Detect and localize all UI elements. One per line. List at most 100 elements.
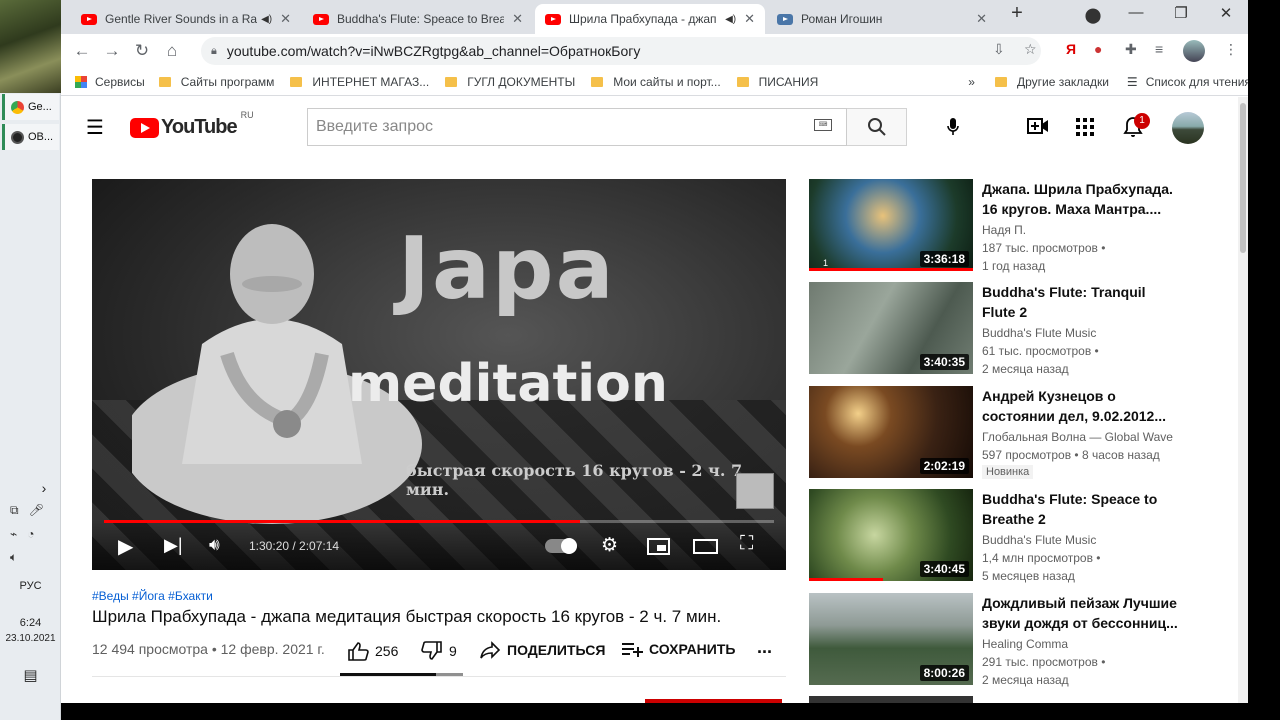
video-thumbnail[interactable] <box>809 696 973 703</box>
tab-buddhas-flute[interactable]: Buddha's Flute: Speace to Breath ✕ <box>303 4 533 34</box>
recommendation-item[interactable]: 8:00:26 Дождливый пейзаж Лучшие звуки до… <box>809 593 1229 687</box>
chevron-right-icon[interactable]: › <box>38 480 50 496</box>
recommendation-item[interactable]: 2:02:19 Андрей Кузнецов о состоянии дел,… <box>809 386 1229 479</box>
recommendation-title[interactable]: Джапа. Шрила Прабхупада. 16 кругов. Маха… <box>982 179 1182 219</box>
youtube-logo[interactable]: YouTube RU <box>130 110 254 139</box>
recommendation-title[interactable]: Дождливый пейзаж Лучшие звуки дождя от б… <box>982 593 1182 633</box>
install-app-icon[interactable]: ⇩ <box>993 41 1005 58</box>
more-actions-button[interactable]: ... <box>757 637 772 658</box>
close-icon[interactable]: ✕ <box>744 11 755 27</box>
wifi-icon[interactable]: ◔ <box>27 527 34 541</box>
apps-grid-icon[interactable] <box>1076 118 1094 141</box>
bookmark-other[interactable]: Другие закладки <box>994 75 1109 89</box>
tab-gentle-river[interactable]: Gentle River Sounds in a Rai ◀) ✕ <box>71 4 301 34</box>
lock-icon[interactable]: 🔒︎ <box>211 45 217 58</box>
bookmark-folder[interactable]: ГУГЛ ДОКУМЕНТЫ <box>445 75 575 89</box>
menu-kebab-icon[interactable]: ⋮ <box>1224 41 1238 58</box>
bookmark-folder[interactable]: ПИСАНИЯ <box>736 75 818 89</box>
notification-center-icon[interactable]: ▤ <box>0 666 61 684</box>
camera-icon[interactable]: ⧉ <box>10 503 19 518</box>
recommendation-item[interactable]: 3:40:45 Buddha's Flute: Speace to Breath… <box>809 489 1229 583</box>
settings-gear-icon[interactable]: ⚙ <box>601 534 618 557</box>
save-button[interactable]: СОХРАНИТЬ <box>621 641 735 657</box>
like-button[interactable]: 256 <box>347 641 398 661</box>
play-icon[interactable]: ▶ <box>118 534 133 559</box>
scrollbar-thumb[interactable] <box>1240 103 1246 253</box>
tab-vk[interactable]: Роман Игошин ✕ <box>767 4 997 34</box>
back-arrow-icon[interactable]: ← <box>67 41 97 61</box>
profile-avatar[interactable] <box>1183 40 1205 62</box>
progress-bar[interactable] <box>104 520 774 523</box>
recommendation-channel[interactable]: Глобальная Волна — Global Wave <box>982 430 1173 444</box>
battery-icon[interactable]: ⌁ <box>10 527 17 541</box>
address-bar[interactable]: 🔒︎ youtube.com/watch?v=iNwBCZRgtpg&ab_ch… <box>201 37 1041 65</box>
recommendation-channel[interactable]: Buddha's Flute Music <box>982 533 1096 547</box>
close-icon[interactable]: ✕ <box>976 11 987 27</box>
clock-time[interactable]: 6:24 <box>0 617 61 629</box>
fullscreen-icon[interactable]: ⛶ <box>740 533 753 555</box>
bookmark-folder[interactable]: ИНТЕРНЕТ МАГАЗ... <box>290 75 429 89</box>
autoplay-toggle[interactable] <box>545 538 577 554</box>
taskbar-app-obs[interactable]: OB... <box>2 124 59 150</box>
taskbar-app-chrome[interactable]: Ge... <box>2 94 59 120</box>
share-button[interactable]: ПОДЕЛИТЬСЯ <box>479 641 605 659</box>
microphone-icon[interactable]: 🎤︎ <box>29 503 44 518</box>
extension-icon[interactable]: ● <box>1094 41 1102 57</box>
account-avatar[interactable] <box>1172 112 1204 144</box>
miniplayer-icon[interactable] <box>647 538 670 555</box>
video-thumbnail[interactable]: 3:40:45 <box>809 489 973 581</box>
restore-icon[interactable]: ❐ <box>1166 4 1196 22</box>
video-thumbnail[interactable]: 2:02:19 <box>809 386 973 478</box>
create-video-icon[interactable] <box>1027 117 1049 140</box>
reading-list-button[interactable]: ☰ Список для чтения <box>1127 75 1251 89</box>
minimize-icon[interactable]: — <box>1121 4 1151 21</box>
reload-icon[interactable]: ↻ <box>127 41 157 61</box>
puzzle-extensions-icon[interactable]: ✚ <box>1125 41 1137 58</box>
close-icon[interactable]: ✕ <box>512 11 523 27</box>
language-indicator[interactable]: РУС <box>0 580 61 592</box>
next-icon[interactable]: ▶| <box>164 535 183 556</box>
recommendation-channel[interactable]: Healing Comma <box>982 637 1068 651</box>
notifications-bell-icon[interactable]: 1 <box>1123 113 1150 143</box>
home-icon[interactable]: ⌂ <box>157 41 187 61</box>
speaker-icon[interactable]: ◀) <box>261 14 272 25</box>
video-player[interactable]: Japa meditation быстрая скорость 16 круг… <box>92 179 786 570</box>
hamburger-menu-icon[interactable]: ☰ <box>86 115 104 140</box>
search-input[interactable]: Введите запрос ⌨ <box>307 108 847 146</box>
media-control-icon[interactable]: ≡ <box>1155 41 1163 57</box>
video-thumbnail[interactable]: 3:40:35 <box>809 282 973 374</box>
recommendation-title[interactable]: Андрей Кузнецов о состоянии дел, 9.02.20… <box>982 386 1182 426</box>
bookmark-folder[interactable]: Сайты программ <box>158 75 274 89</box>
bookmark-folder[interactable]: Мои сайты и порт... <box>591 75 721 89</box>
video-hashtags[interactable]: #Веды #Йога #Бхакти <box>92 589 213 603</box>
volume-icon[interactable]: 🔊︎ <box>209 535 220 555</box>
theater-mode-icon[interactable] <box>693 539 718 554</box>
close-window-icon[interactable]: ✕ <box>1211 4 1241 22</box>
dislike-button[interactable]: 9 <box>421 641 457 661</box>
tab-search-icon[interactable]: ⬤ <box>1078 6 1108 24</box>
speaker-icon[interactable]: ◀) <box>725 14 736 25</box>
channel-watermark-image[interactable] <box>736 473 774 509</box>
recommendation-channel[interactable]: Buddha's Flute Music <box>982 326 1096 340</box>
new-tab-button[interactable]: + <box>1002 2 1032 25</box>
voice-search-icon[interactable] <box>946 117 960 142</box>
forward-arrow-icon[interactable]: → <box>97 41 127 61</box>
recommendation-title[interactable]: Buddha's Flute: Tranquil Flute 2 <box>982 282 1182 322</box>
speaker-icon[interactable]: 🔈︎ <box>10 550 17 565</box>
recommendation-item[interactable]: 1 3:36:18 Джапа. Шрила Прабхупада. 16 кр… <box>809 179 1229 273</box>
close-icon[interactable]: ✕ <box>280 11 291 27</box>
recommendation-item[interactable]: 3:40:35 Buddha's Flute: Tranquil Flute 2… <box>809 282 1229 376</box>
yandex-extension-icon[interactable]: Я <box>1066 41 1076 57</box>
video-thumbnail[interactable]: 1 3:36:18 <box>809 179 973 271</box>
video-thumbnail[interactable]: 8:00:26 <box>809 593 973 685</box>
clock-date[interactable]: 23.10.2021 <box>0 633 61 644</box>
recommendation-title[interactable]: Buddha's Flute: Speace to Breathe 2 <box>982 489 1182 529</box>
tab-prabhupada[interactable]: Шрила Прабхупада - джап ◀) ✕ <box>535 4 765 34</box>
bookmark-star-icon[interactable]: ☆ <box>1024 41 1037 58</box>
bookmark-services[interactable]: Сервисы <box>75 75 145 89</box>
bookmarks-overflow-button[interactable]: » <box>968 75 975 89</box>
keyboard-icon[interactable]: ⌨ <box>814 119 832 131</box>
url-text[interactable]: youtube.com/watch?v=iNwBCZRgtpg&ab_chann… <box>227 43 641 59</box>
search-button[interactable] <box>847 108 907 146</box>
recommendation-channel[interactable]: Надя П. <box>982 223 1026 237</box>
